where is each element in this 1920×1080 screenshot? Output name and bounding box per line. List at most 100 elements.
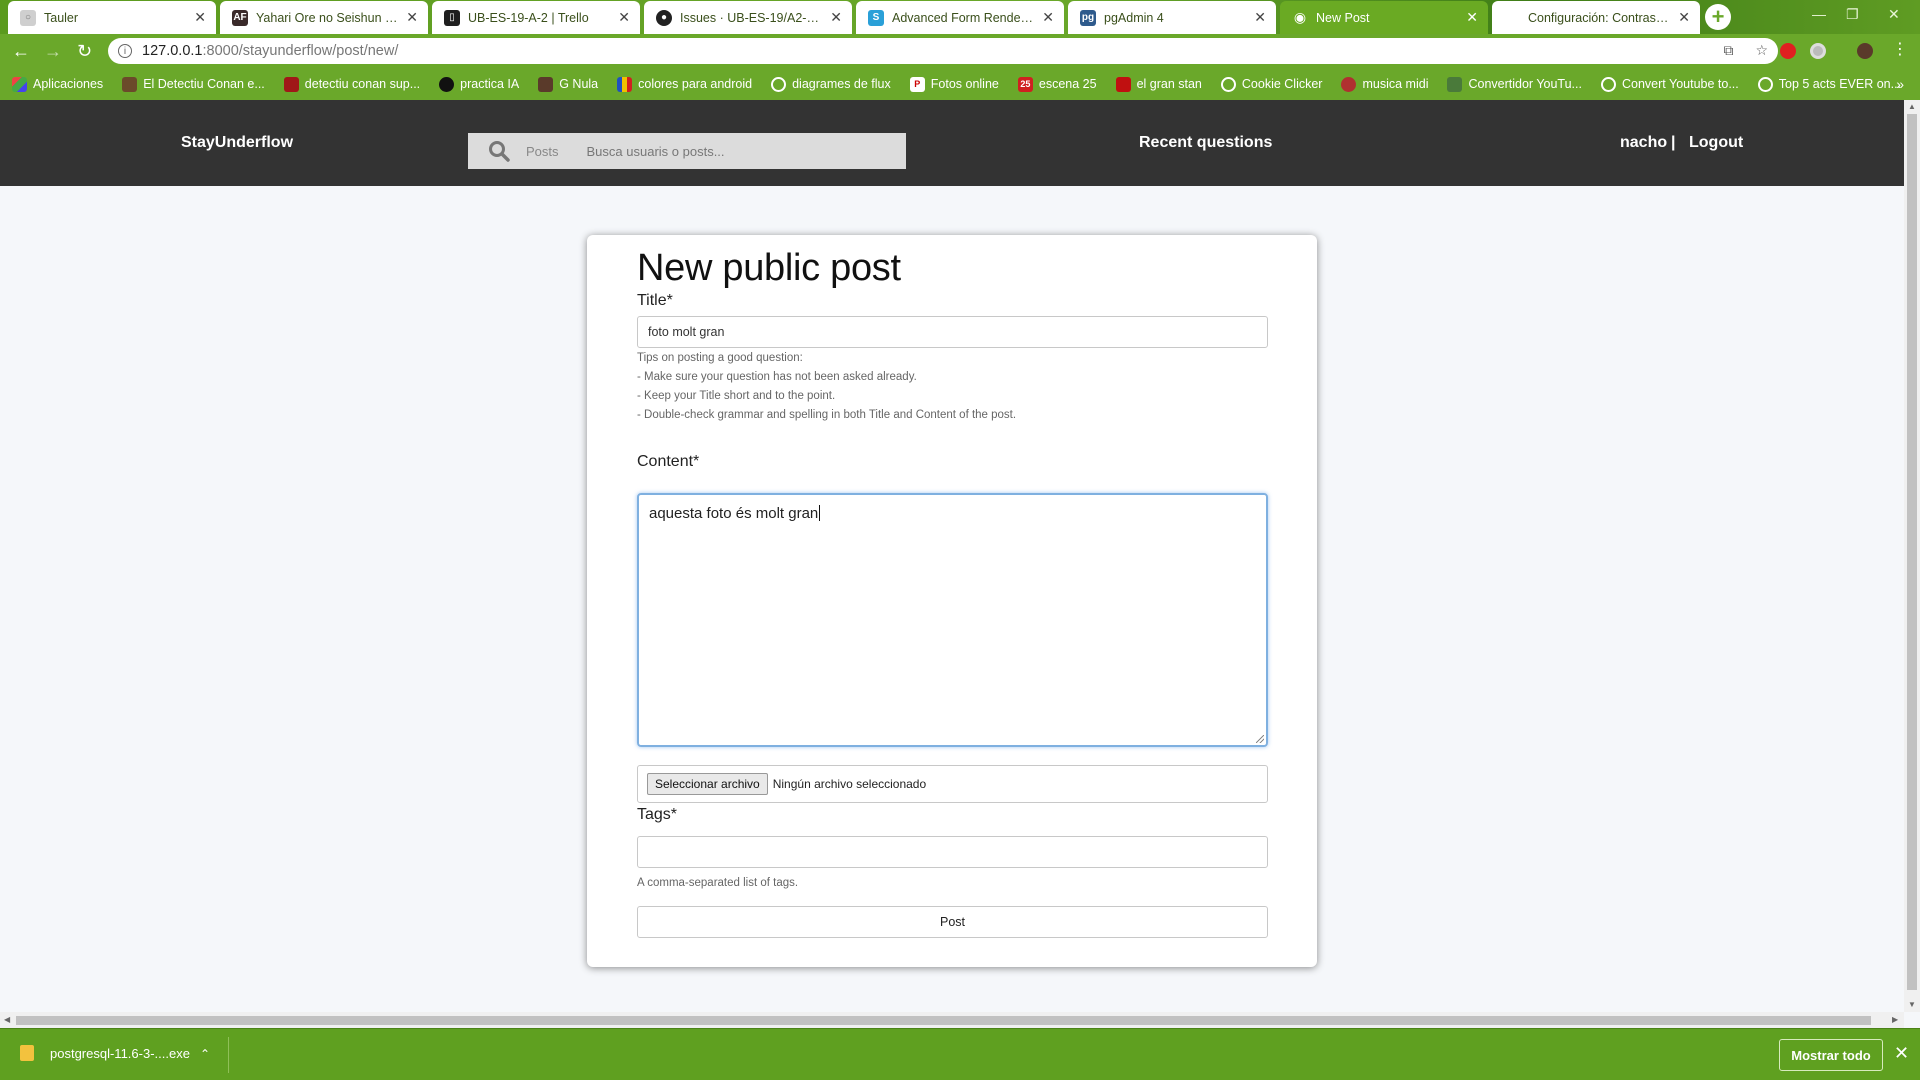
close-tab-icon[interactable]: ✕ — [194, 9, 206, 26]
username-link[interactable]: nacho — [1620, 134, 1667, 152]
bookmark-aplicaciones[interactable]: Aplicaciones — [12, 76, 103, 92]
title-input[interactable]: foto molt gran — [637, 316, 1268, 348]
site-brand[interactable]: StayUnderflow — [181, 134, 293, 152]
bookmark-label: Top 5 acts EVER on... — [1778, 77, 1902, 91]
bookmark-label: Convertidor YouTu... — [1468, 77, 1582, 91]
tab-new-post[interactable]: ◉ New Post ✕ — [1280, 1, 1488, 34]
globe-icon — [771, 76, 787, 92]
select-file-button[interactable]: Seleccionar archivo — [647, 773, 768, 795]
profile-avatar-icon[interactable] — [1857, 43, 1873, 59]
menu-kebab-icon[interactable]: ⋮ — [1892, 41, 1908, 59]
address-bar[interactable]: i 127.0.0.1:8000/stayunderflow/post/new/… — [108, 38, 1778, 64]
minimize-icon[interactable]: — — [1812, 6, 1826, 22]
file-upload-field[interactable]: Seleccionar archivo Ningún archivo selec… — [637, 765, 1268, 803]
horizontal-scroll-thumb[interactable] — [16, 1016, 1871, 1025]
close-tab-icon[interactable]: ✕ — [1254, 9, 1266, 26]
bookmark-escena-25[interactable]: 25 escena 25 — [1017, 76, 1097, 92]
bookmark-el-gran-stan[interactable]: el gran stan — [1115, 76, 1202, 92]
adblock-extension-icon[interactable] — [1780, 43, 1796, 59]
af-favicon-icon: AF — [232, 9, 248, 26]
search-category[interactable]: Posts — [526, 144, 559, 159]
tauler-favicon-icon: ○ — [20, 9, 36, 26]
tags-input[interactable] — [637, 836, 1268, 868]
globe-icon — [1757, 76, 1773, 92]
info-icon[interactable]: i — [118, 44, 132, 58]
horizontal-scrollbar[interactable]: ◀ ▶ — [0, 1012, 1904, 1028]
close-tab-icon[interactable]: ✕ — [1678, 9, 1690, 26]
scroll-left-icon[interactable]: ◀ — [4, 1015, 10, 1024]
extension-icon[interactable] — [1810, 43, 1826, 59]
close-tab-icon[interactable]: ✕ — [618, 9, 630, 26]
tab-title: Yahari Ore no Seishun Love — [256, 10, 399, 25]
site-navbar: StayUnderflow Posts Busca usuaris o post… — [0, 100, 1904, 186]
file-status: Ningún archivo seleccionado — [772, 777, 927, 791]
bookmark-fotos-online[interactable]: P Fotos online — [909, 76, 999, 92]
bookmark-top-5-acts[interactable]: Top 5 acts EVER on... — [1757, 76, 1902, 92]
scroll-right-icon[interactable]: ▶ — [1892, 1015, 1898, 1024]
search-bar[interactable]: Posts Busca usuaris o posts... — [468, 133, 906, 169]
bookmark-colores[interactable]: colores para android — [617, 76, 752, 92]
new-tab-button[interactable]: + — [1705, 4, 1731, 30]
tab-pgadmin[interactable]: pg pgAdmin 4 ✕ — [1068, 1, 1276, 34]
tab-advanced-form[interactable]: S Advanced Form Rendering ✕ — [856, 1, 1064, 34]
bookmark-convert-youtube[interactable]: Convert Youtube to... — [1600, 76, 1739, 92]
bookmark-detectiu-conan-sup[interactable]: detectiu conan sup... — [283, 76, 420, 92]
divider — [228, 1037, 229, 1073]
midi-icon — [1341, 76, 1357, 92]
tab-title: Tauler — [44, 10, 79, 25]
bookmark-musica-midi[interactable]: musica midi — [1341, 76, 1428, 92]
bookmark-label: Cookie Clicker — [1241, 77, 1323, 91]
bookmark-convertidor-youtube[interactable]: Convertidor YouTu... — [1447, 76, 1582, 92]
downloads-bar: postgresql-11.6-3-....exe ⌃ Mostrar todo… — [0, 1028, 1920, 1080]
tip-line: - Double-check grammar and spelling in b… — [637, 409, 1017, 421]
reload-icon[interactable]: ↻ — [77, 42, 92, 60]
bookmark-star-icon[interactable]: ☆ — [1755, 42, 1768, 58]
tab-configuracion[interactable]: Configuración: Contraseñas ✕ — [1492, 1, 1700, 34]
bookmark-g-nula[interactable]: G Nula — [538, 76, 598, 92]
github-favicon-icon: ● — [656, 9, 672, 26]
vertical-scroll-thumb[interactable] — [1907, 114, 1917, 990]
logout-link[interactable]: Logout — [1689, 134, 1743, 152]
title-input-value: foto molt gran — [648, 325, 725, 339]
download-item[interactable]: postgresql-11.6-3-....exe — [20, 1045, 190, 1061]
close-tab-icon[interactable]: ✕ — [830, 9, 842, 26]
s-favicon-icon: S — [868, 9, 884, 26]
tab-trello[interactable]: ▯ UB-ES-19-A-2 | Trello ✕ — [432, 1, 640, 34]
settings-favicon-icon — [1504, 10, 1520, 26]
bookmark-practica-ia[interactable]: practica IA — [439, 76, 519, 92]
tab-tauler[interactable]: ○ Tauler ✕ — [8, 1, 216, 34]
restore-icon[interactable]: ❐ — [1846, 6, 1859, 23]
vertical-scrollbar[interactable]: ▲ ▼ — [1904, 100, 1920, 1012]
text-caret — [819, 505, 821, 521]
bookmark-label: El Detectiu Conan e... — [143, 77, 265, 91]
tags-label: Tags* — [637, 806, 678, 823]
post-submit-button[interactable]: Post — [637, 906, 1268, 938]
show-all-button[interactable]: Mostrar todo — [1779, 1039, 1883, 1071]
bookmark-cookie-clicker[interactable]: Cookie Clicker — [1220, 76, 1323, 92]
forward-arrow-icon[interactable]: → — [44, 42, 62, 60]
tab-yahari[interactable]: AF Yahari Ore no Seishun Love ✕ — [220, 1, 428, 34]
more-bookmarks-icon[interactable]: » — [1896, 76, 1904, 92]
bookmark-diagrames[interactable]: diagrames de flux — [771, 76, 891, 92]
chevron-up-icon[interactable]: ⌃ — [200, 1047, 210, 1061]
close-downloads-icon[interactable]: ✕ — [1894, 1043, 1909, 1064]
tip-line: - Keep your Title short and to the point… — [637, 390, 836, 402]
content-textarea[interactable]: aquesta foto és molt gran — [637, 493, 1268, 747]
close-tab-icon[interactable]: ✕ — [1042, 9, 1054, 26]
colors-icon — [617, 76, 633, 92]
globe-icon — [1600, 76, 1616, 92]
tab-github-issues[interactable]: ● Issues · UB-ES-19/A2-StayU ✕ — [644, 1, 852, 34]
translate-icon[interactable]: ⧉ — [1724, 42, 1734, 58]
close-window-icon[interactable]: ✕ — [1888, 6, 1900, 23]
bookmark-detectiu-conan[interactable]: El Detectiu Conan e... — [122, 76, 265, 92]
url-host: 127.0.0.1 — [142, 43, 203, 59]
scroll-down-icon[interactable]: ▼ — [1908, 1000, 1916, 1009]
back-arrow-icon[interactable]: ← — [12, 42, 30, 60]
close-tab-icon[interactable]: ✕ — [406, 9, 418, 26]
scroll-up-icon[interactable]: ▲ — [1908, 102, 1916, 111]
url-path: :8000/stayunderflow/post/new/ — [202, 43, 399, 59]
close-tab-icon[interactable]: ✕ — [1466, 9, 1478, 26]
recent-questions-link[interactable]: Recent questions — [1139, 134, 1272, 152]
search-input[interactable]: Busca usuaris o posts... — [587, 144, 725, 159]
resize-handle-icon[interactable] — [1256, 735, 1264, 743]
